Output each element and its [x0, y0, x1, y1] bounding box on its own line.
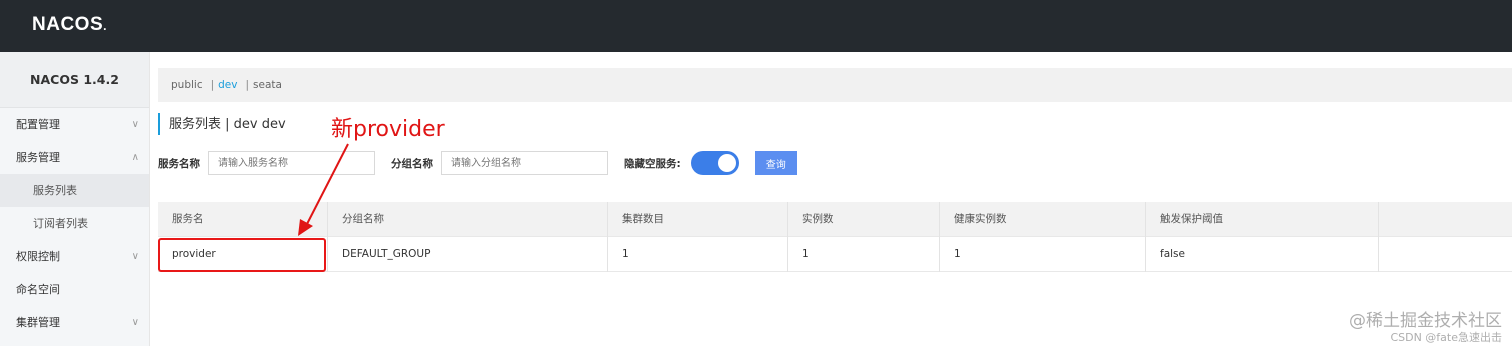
- watermark-line-1: @稀土掘金技术社区: [1349, 311, 1502, 331]
- annotation-arrow-icon: [298, 143, 349, 236]
- watermark: @稀土掘金技术社区 CSDN @fate急速出击: [1349, 311, 1502, 344]
- watermark-line-2: CSDN @fate急速出击: [1390, 331, 1502, 344]
